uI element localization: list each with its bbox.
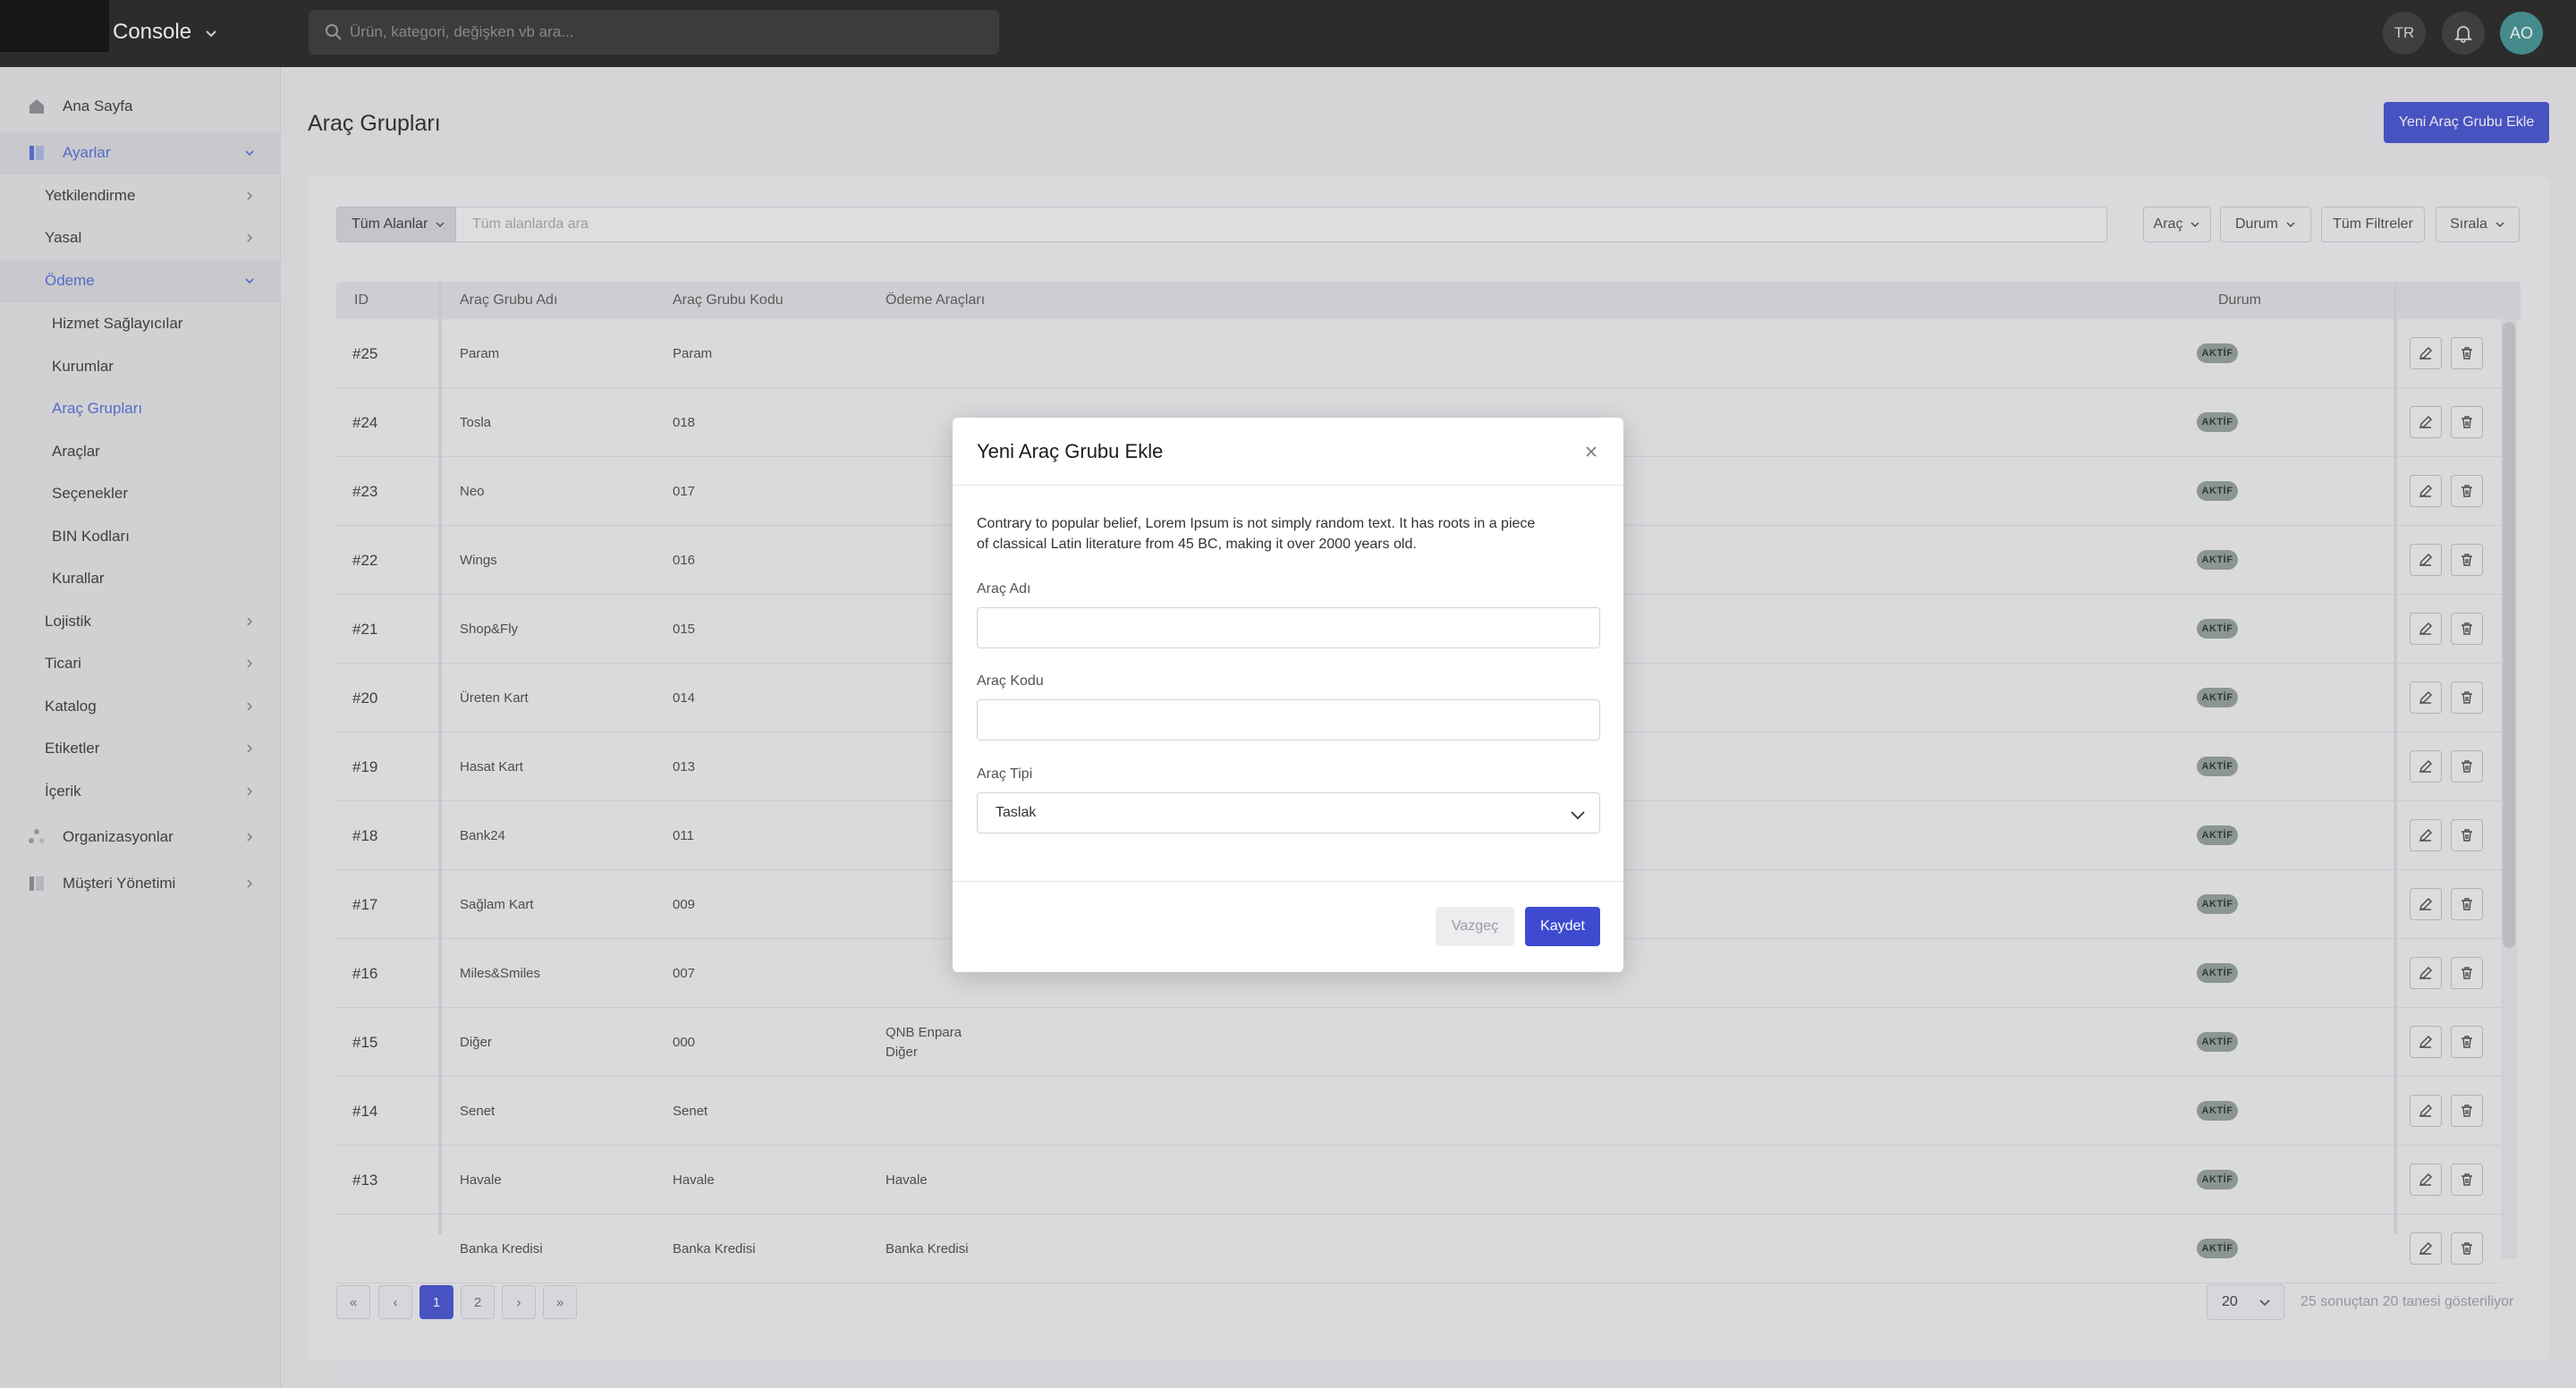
tool-code-input[interactable] <box>977 699 1600 741</box>
modal-header: Yeni Araç Grubu Ekle <box>953 418 1623 486</box>
tool-type-select[interactable]: Taslak <box>977 792 1600 834</box>
modal-title: Yeni Araç Grubu Ekle <box>977 440 1164 462</box>
tool-name-input[interactable] <box>977 607 1600 648</box>
cancel-button[interactable]: Vazgeç <box>1436 907 1514 946</box>
save-button[interactable]: Kaydet <box>1525 907 1600 946</box>
close-icon[interactable] <box>1580 441 1602 462</box>
chevron-down-icon <box>1571 811 1585 820</box>
modal-description: Contrary to popular belief, Lorem Ipsum … <box>977 516 1536 552</box>
modal-footer-divider <box>953 881 1623 882</box>
new-tool-group-modal: Yeni Araç Grubu Ekle Contrary to popular… <box>953 418 1623 972</box>
tool-name-label: Araç Adı <box>977 581 1031 597</box>
tool-code-label: Araç Kodu <box>977 673 1044 689</box>
tool-type-label: Araç Tipi <box>977 766 1033 782</box>
tool-type-value: Taslak <box>996 805 1037 820</box>
